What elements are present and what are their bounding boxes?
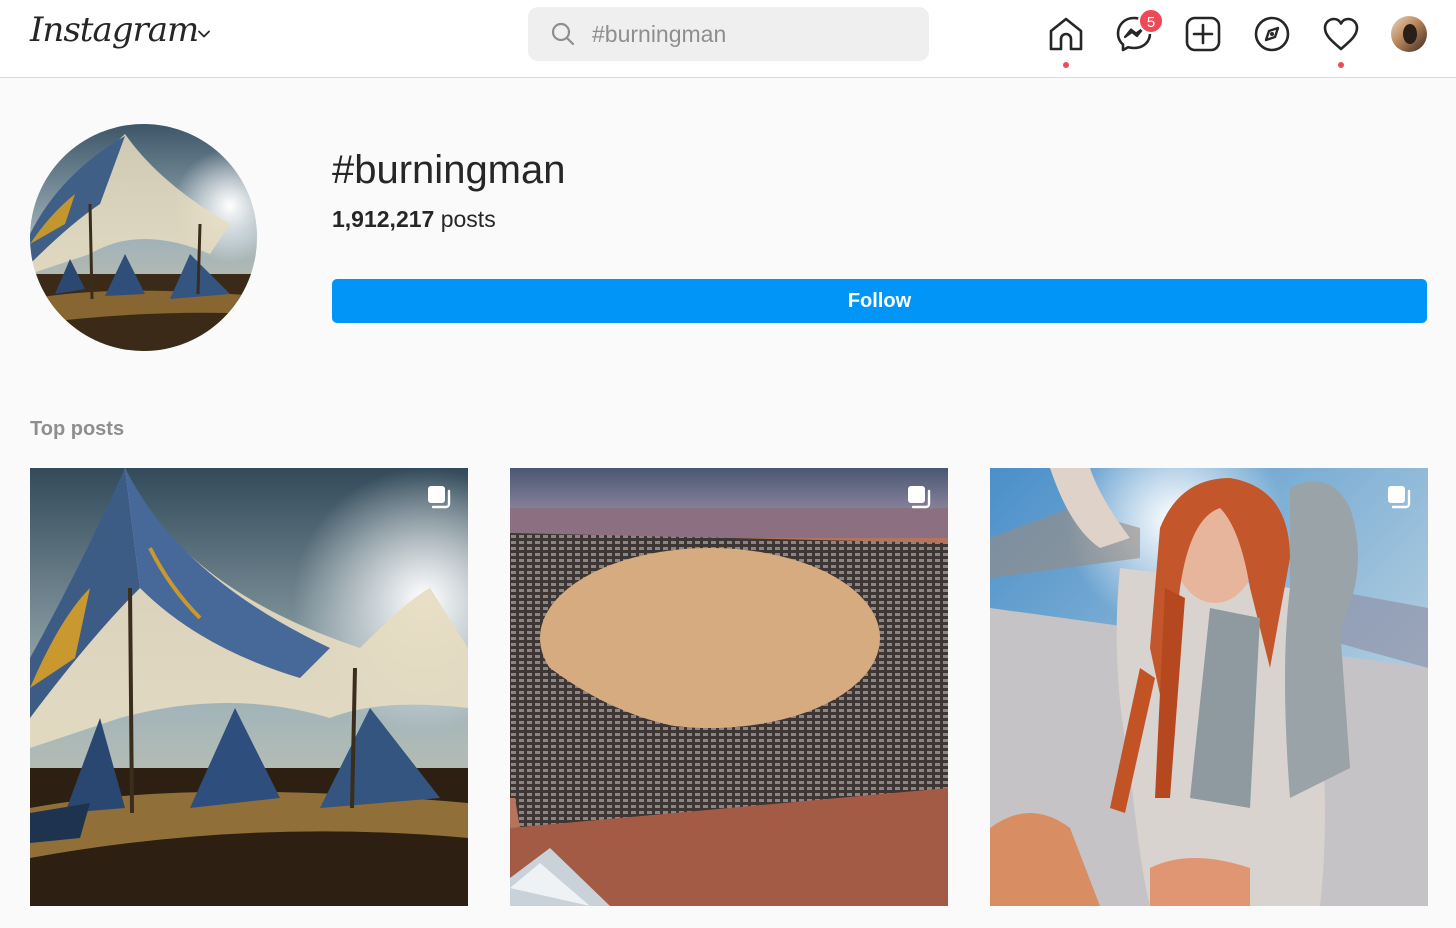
top-navigation-bar: Instagram 5 xyxy=(0,0,1456,78)
heart-icon xyxy=(1323,17,1359,51)
profile-avatar[interactable] xyxy=(1391,16,1427,52)
messenger-badge: 5 xyxy=(1138,8,1164,34)
aerial-city-post-image xyxy=(510,468,948,906)
post-count-number: 1,912,217 xyxy=(332,206,435,232)
carousel-icon xyxy=(908,486,931,509)
explore-button[interactable] xyxy=(1252,14,1292,54)
search-icon xyxy=(551,22,575,46)
new-post-button[interactable] xyxy=(1183,14,1223,54)
home-icon xyxy=(1049,17,1083,51)
top-post-tile[interactable] xyxy=(990,468,1428,906)
hashtag-cover-image xyxy=(30,124,257,351)
home-button[interactable] xyxy=(1046,14,1086,54)
top-posts-heading: Top posts xyxy=(30,418,125,440)
carousel-icon xyxy=(428,486,451,509)
chevron-down-icon[interactable] xyxy=(196,26,212,42)
top-post-tile[interactable] xyxy=(30,468,468,906)
search-box[interactable] xyxy=(528,7,929,61)
portrait-post-image xyxy=(990,468,1428,906)
home-notification-dot xyxy=(1063,62,1069,68)
carousel-icon xyxy=(1388,486,1411,509)
activity-notification-dot xyxy=(1338,62,1344,68)
activity-button[interactable] xyxy=(1321,14,1361,54)
hashtag-title: #burningman xyxy=(332,148,566,192)
top-post-tile[interactable] xyxy=(510,468,948,906)
search-input[interactable] xyxy=(592,7,912,61)
tents-post-image xyxy=(30,468,468,906)
tent-cover-art xyxy=(30,124,257,351)
instagram-logo[interactable]: Instagram xyxy=(30,10,199,50)
post-count: 1,912,217 posts xyxy=(332,206,496,233)
compass-icon xyxy=(1254,16,1290,52)
follow-button[interactable]: Follow xyxy=(332,279,1427,323)
post-count-label: posts xyxy=(434,206,496,232)
plus-square-icon xyxy=(1185,16,1221,52)
